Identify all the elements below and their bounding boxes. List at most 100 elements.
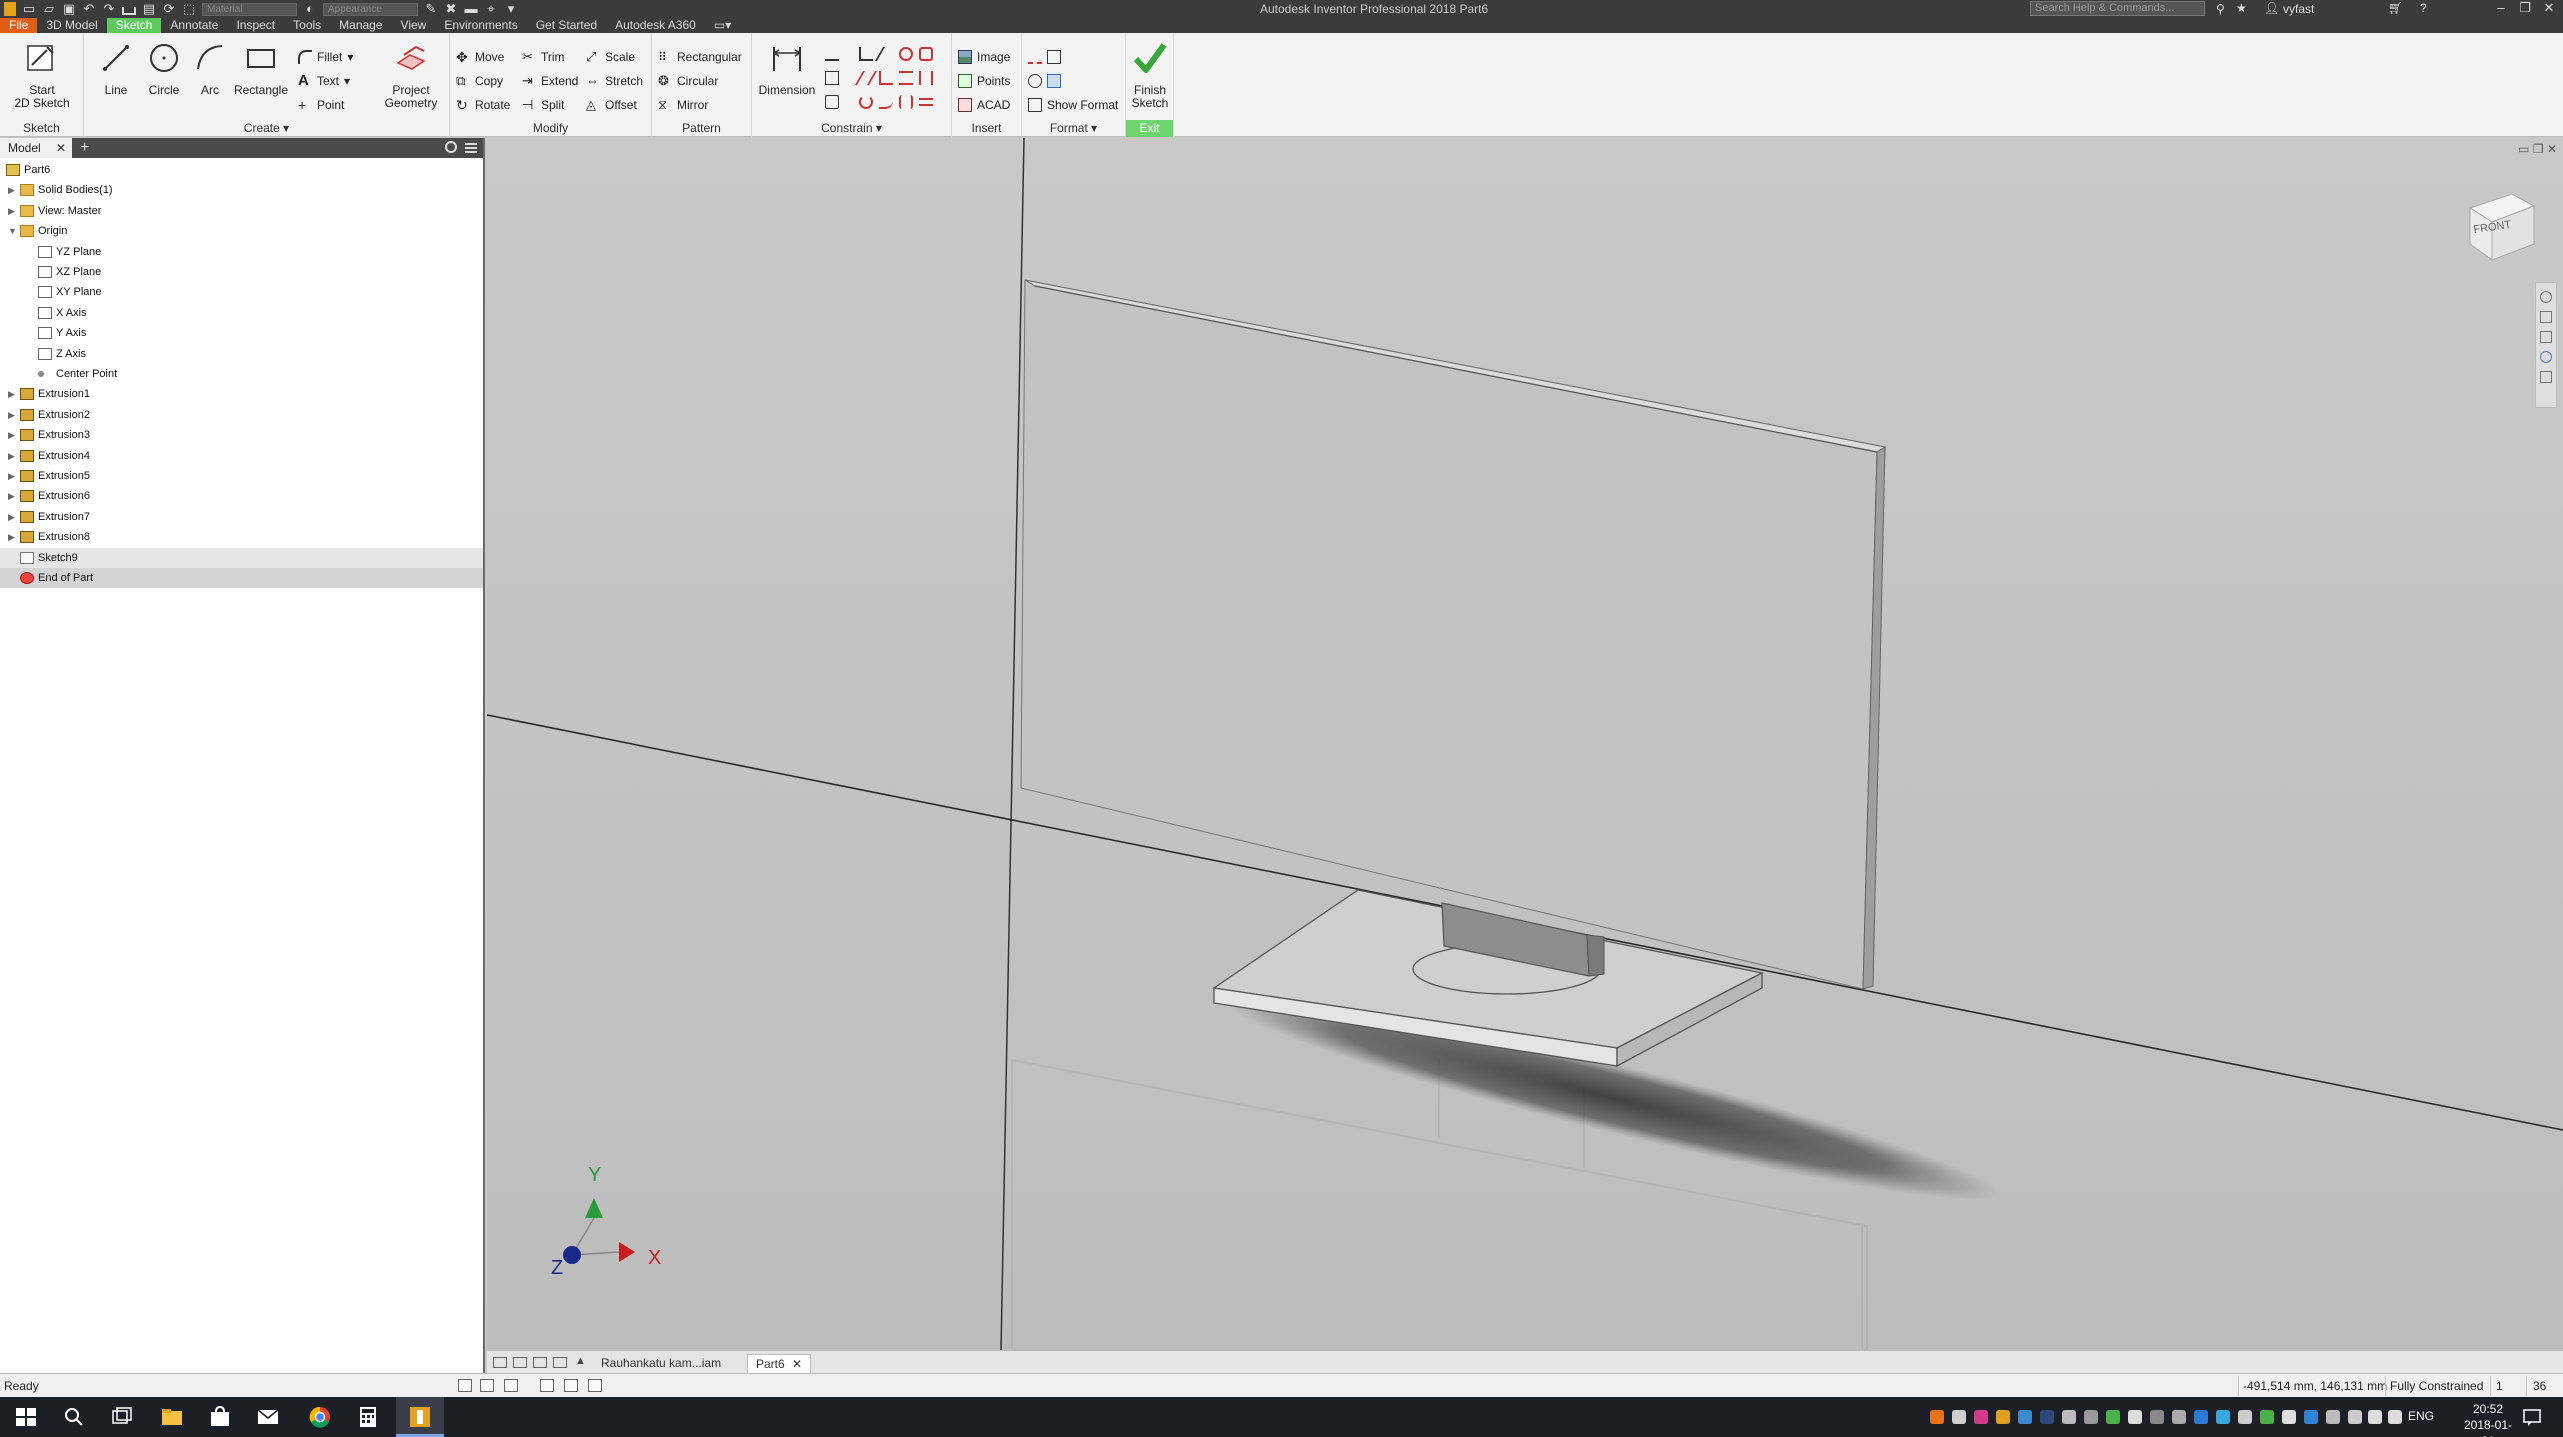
tray-app-16-icon[interactable] [2282, 1410, 2296, 1424]
vertical-icon[interactable] [919, 71, 933, 85]
calculator-icon[interactable] [356, 1405, 380, 1429]
open-file-icon[interactable]: ▱ [42, 2, 56, 15]
trim-button[interactable]: ✂ Trim [522, 47, 565, 67]
redo-icon[interactable]: ↷ [102, 2, 116, 15]
appearance-combo[interactable]: Appearance [323, 2, 418, 16]
chrome-icon[interactable] [308, 1405, 332, 1429]
smooth-icon[interactable] [879, 95, 893, 109]
parallel-icon[interactable] [854, 71, 878, 85]
file-explorer-icon[interactable] [160, 1405, 184, 1429]
driven-dimension-icon[interactable] [1047, 74, 1061, 88]
format-panel-label[interactable]: Format ▾ [1022, 120, 1125, 137]
tab-inspect[interactable]: Inspect [227, 18, 284, 33]
tree-node[interactable]: ▶ Extrusion8 [0, 527, 483, 547]
viewport-minimize-icon[interactable]: ▭ [2518, 142, 2529, 156]
input-language[interactable]: ENG [2408, 1409, 2434, 1423]
tab-annotate[interactable]: Annotate [161, 18, 227, 33]
project-geometry-button[interactable]: Project Geometry [376, 41, 446, 110]
measure-icon[interactable]: ⌖ [484, 2, 498, 15]
cart-icon[interactable]: 🛒︎ [2388, 1, 2403, 15]
horizontal-icon[interactable] [899, 71, 913, 85]
symmetric-icon[interactable] [899, 95, 913, 109]
offset-button[interactable]: ◬ Offset [586, 95, 637, 115]
graphics-viewport[interactable]: Y X Z ▭ ❐ ✕ FRONT [487, 138, 2563, 1350]
tab-view[interactable]: View [392, 18, 436, 33]
favorites-star-icon[interactable]: ★ [2236, 1, 2247, 15]
tree-node[interactable]: ▶ View: Master [0, 201, 483, 221]
tray-app-18-icon[interactable] [2326, 1410, 2340, 1424]
acad-button[interactable]: ACAD [958, 95, 1010, 115]
look-at-icon[interactable] [2540, 371, 2552, 383]
status-tool-6-icon[interactable] [588, 1379, 602, 1392]
tree-expand-icon[interactable]: ▶ [8, 425, 15, 445]
doc-tab-rauhankatu[interactable]: Rauhankatu kam...iam [593, 1354, 729, 1373]
auto-dimension-icon[interactable] [825, 47, 839, 61]
text-dropdown-icon[interactable]: ▾ [344, 71, 350, 91]
viewport-restore-icon[interactable]: ❐ [2533, 142, 2544, 156]
tree-node[interactable]: YZ Plane [0, 242, 483, 262]
tree-expand-icon[interactable]: ▼ [8, 221, 17, 241]
coincident-icon[interactable] [859, 47, 873, 61]
inventor-logo-icon[interactable] [4, 2, 16, 16]
tab-environments[interactable]: Environments [435, 18, 526, 33]
tab-3d-model[interactable]: 3D Model [37, 18, 106, 33]
status-tool-3-icon[interactable] [504, 1379, 518, 1392]
select-icon[interactable]: ⬚ [182, 2, 196, 15]
tree-node[interactable]: ▶ Extrusion4 [0, 446, 483, 466]
tree-node[interactable]: End of Part [0, 568, 483, 588]
centerline-icon[interactable] [1047, 50, 1061, 64]
tray-app-10-icon[interactable] [2128, 1410, 2142, 1424]
rotate-button[interactable]: ↻ Rotate [456, 95, 510, 115]
tab-autodesk-a360[interactable]: Autodesk A360 [606, 18, 705, 33]
viewcube[interactable]: FRONT [2462, 188, 2540, 266]
close-doc-tab-icon[interactable]: ✕ [792, 1357, 802, 1371]
adjust-icon[interactable]: ✎ [424, 2, 438, 15]
tray-app-14-icon[interactable] [2238, 1410, 2252, 1424]
tree-node[interactable]: ▶ Extrusion5 [0, 466, 483, 486]
tray-app-9-icon[interactable] [2106, 1410, 2120, 1424]
extend-button[interactable]: ⇥ Extend [522, 71, 578, 91]
orbit-icon[interactable] [2540, 351, 2552, 363]
tray-app-1-icon[interactable] [1930, 1410, 1944, 1424]
material-combo[interactable]: Material [202, 2, 297, 16]
constrain-panel-label[interactable]: Constrain ▾ [752, 120, 951, 137]
tray-app-2-icon[interactable] [1952, 1410, 1966, 1424]
tangent-icon[interactable] [859, 95, 873, 109]
split-button[interactable]: ⊣ Split [522, 95, 564, 115]
status-tool-2-icon[interactable] [480, 1379, 494, 1392]
update-icon[interactable]: ⟳ [162, 2, 176, 15]
tree-expand-icon[interactable]: ▶ [8, 180, 15, 200]
tree-expand-icon[interactable]: ▶ [8, 405, 15, 425]
tab-get-started[interactable]: Get Started [527, 18, 606, 33]
add-browser-tab-icon[interactable]: + [80, 138, 89, 158]
binoculars-icon[interactable]: ⚲ [2216, 2, 2225, 16]
tab-sketch[interactable]: Sketch [106, 18, 162, 33]
close-icon[interactable]: ✕ [2538, 0, 2560, 18]
construction-button[interactable] [1028, 47, 1061, 67]
signed-in-user[interactable]: vyfast [2283, 2, 2314, 16]
new-file-icon[interactable]: ▭ [22, 2, 36, 15]
collinear-icon[interactable] [874, 47, 898, 61]
tree-expand-icon[interactable]: ▶ [8, 384, 15, 404]
circular-pattern-button[interactable]: ❂ Circular [658, 71, 718, 91]
perpendicular-icon[interactable] [879, 71, 893, 85]
tray-app-6-icon[interactable] [2040, 1410, 2054, 1424]
tray-app-17-icon[interactable] [2304, 1410, 2318, 1424]
print-icon[interactable]: ▤ [142, 2, 156, 15]
image-button[interactable]: Image [958, 47, 1010, 67]
tray-app-7-icon[interactable] [2062, 1410, 2076, 1424]
zoom-icon[interactable] [2540, 331, 2552, 343]
constraint-settings-icon[interactable] [825, 95, 839, 109]
browser-menu-icon[interactable] [465, 143, 477, 153]
tree-node[interactable]: Center Point [0, 364, 483, 384]
tree-node[interactable]: Part6 [0, 160, 483, 180]
tree-expand-icon[interactable]: ▶ [8, 527, 15, 547]
show-format-button[interactable]: Show Format [1028, 95, 1118, 115]
task-view-icon[interactable] [110, 1405, 134, 1429]
close-model-tab-icon[interactable]: ✕ [56, 138, 66, 158]
pan-icon[interactable] [2540, 311, 2552, 323]
tray-app-4-icon[interactable] [1996, 1410, 2010, 1424]
rectangle-button[interactable]: Rectangle [226, 41, 296, 97]
search-icon[interactable] [62, 1405, 86, 1429]
cascade-icon[interactable] [493, 1357, 507, 1368]
